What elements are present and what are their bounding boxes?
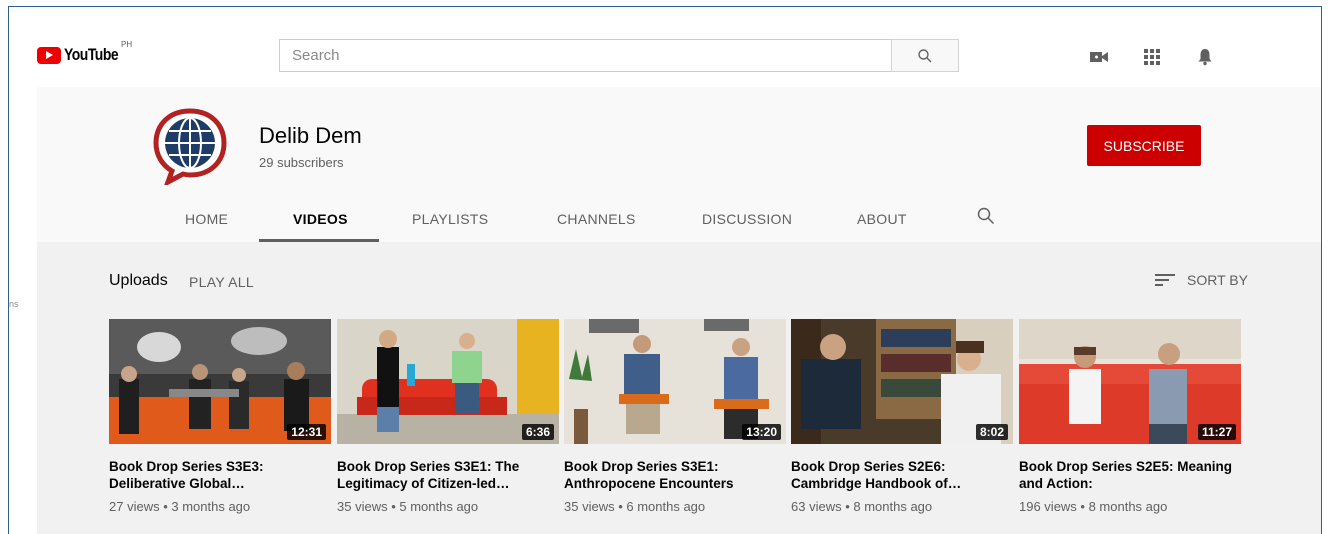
video-title[interactable]: Book Drop Series S2E6: Cambridge Handboo… [791, 458, 1006, 492]
youtube-play-icon [37, 46, 61, 64]
video-meta: 63 views • 8 months ago [791, 499, 933, 514]
video-card[interactable]: 12:31 Book Drop Series S3E3: Deliberativ… [109, 319, 331, 514]
video-title[interactable]: Book Drop Series S3E3: Deliberative Glob… [109, 458, 324, 492]
globe-speech-icon [153, 107, 227, 188]
video-thumbnail[interactable]: 13:20 [564, 319, 786, 444]
sort-by-button[interactable]: SORT BY [1155, 272, 1248, 288]
subscribe-button[interactable]: SUBSCRIBE [1087, 125, 1201, 166]
video-card[interactable]: 6:36 Book Drop Series S3E1: The Legitima… [337, 319, 559, 514]
video-title[interactable]: Book Drop Series S3E1: Anthropocene Enco… [564, 458, 779, 492]
tab-videos[interactable]: VIDEOS [293, 211, 348, 227]
video-thumbnail[interactable]: 11:27 [1019, 319, 1241, 444]
video-duration: 6:36 [521, 424, 554, 440]
apps-button[interactable] [1142, 47, 1162, 67]
masthead-actions [1089, 47, 1215, 67]
logo-country-code: PH [121, 40, 133, 49]
create-video-button[interactable] [1089, 47, 1109, 67]
video-title[interactable]: Book Drop Series S2E5: Meaning and Actio… [1019, 458, 1234, 492]
tab-playlists[interactable]: PLAYLISTS [412, 211, 488, 227]
notifications-button[interactable] [1195, 47, 1215, 67]
subscriber-count: 29 subscribers [259, 155, 344, 170]
video-duration: 12:31 [287, 424, 326, 440]
video-thumbnail[interactable]: 12:31 [109, 319, 331, 444]
video-title[interactable]: Book Drop Series S3E1: The Legitimacy of… [337, 458, 552, 492]
channel-header: Delib Dem 29 subscribers SUBSCRIBE HOME … [37, 87, 1321, 242]
channel-avatar[interactable] [150, 105, 230, 188]
logo-wordmark: YouTube [64, 45, 119, 64]
youtube-window: YouTube PH Search ns Delib Dem 29 subscr… [8, 6, 1322, 534]
channel-tabs: HOME VIDEOS PLAYLISTS CHANNELS DISCUSSIO… [37, 197, 1321, 242]
tab-home[interactable]: HOME [185, 211, 228, 227]
video-camera-icon [1090, 52, 1108, 62]
video-meta: 27 views • 3 months ago [109, 499, 251, 514]
search-icon [977, 207, 995, 225]
youtube-logo[interactable]: YouTube PH [37, 40, 132, 65]
section-title: Uploads [109, 272, 168, 289]
sort-icon [1155, 274, 1175, 286]
video-duration: 13:20 [742, 424, 781, 440]
search-input[interactable]: Search [279, 39, 891, 72]
channel-search-button[interactable] [977, 207, 995, 230]
bell-icon [1198, 49, 1212, 66]
video-card[interactable]: 11:27 Book Drop Series S2E5: Meaning and… [1019, 319, 1241, 514]
video-duration: 11:27 [1197, 424, 1236, 440]
videos-section: Uploads PLAY ALL SORT BY 12:31 Book Drop… [37, 242, 1321, 534]
play-all-button[interactable]: PLAY ALL [189, 274, 254, 290]
search-icon [918, 48, 932, 62]
tab-channels[interactable]: CHANNELS [557, 211, 636, 227]
video-thumbnail[interactable]: 6:36 [337, 319, 559, 444]
sort-by-label: SORT BY [1187, 272, 1248, 288]
masthead: YouTube PH Search [9, 7, 1321, 87]
tab-about[interactable]: ABOUT [857, 211, 907, 227]
video-meta: 35 views • 6 months ago [564, 499, 706, 514]
tab-discussion[interactable]: DISCUSSION [702, 211, 792, 227]
search-bar: Search [279, 39, 959, 72]
video-duration: 8:02 [975, 424, 1008, 440]
search-button[interactable] [891, 39, 959, 72]
video-meta: 35 views • 5 months ago [337, 499, 479, 514]
side-text-fragment: ns [9, 299, 19, 309]
video-card[interactable]: 13:20 Book Drop Series S3E1: Anthropocen… [564, 319, 786, 514]
video-thumbnail[interactable]: 8:02 [791, 319, 1013, 444]
video-card[interactable]: 8:02 Book Drop Series S2E6: Cambridge Ha… [791, 319, 1013, 514]
channel-name: Delib Dem [259, 123, 362, 148]
video-meta: 196 views • 8 months ago [1019, 499, 1168, 514]
apps-grid-icon [1144, 49, 1160, 65]
